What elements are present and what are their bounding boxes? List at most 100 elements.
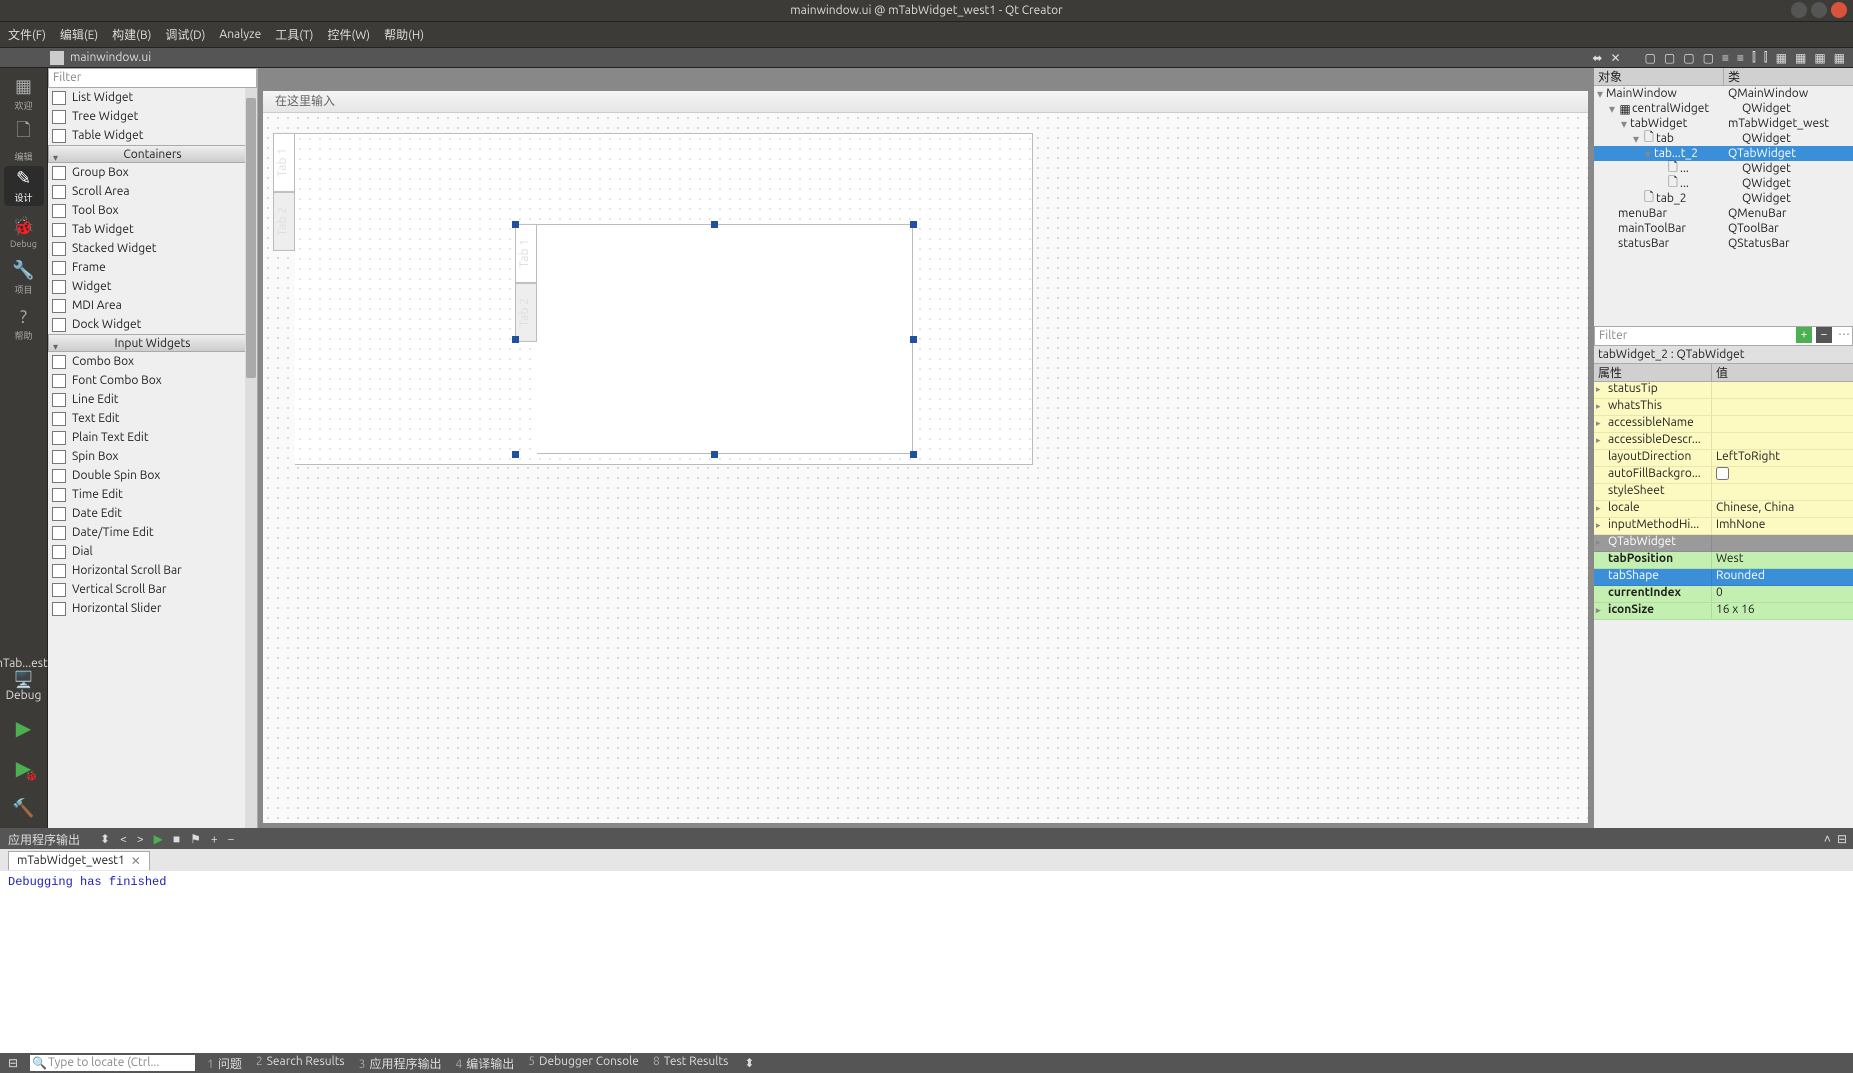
build-button[interactable]: 🔨 xyxy=(10,794,38,822)
property-row[interactable]: ▸accessibleDescr... xyxy=(1594,433,1853,450)
menu-item[interactable]: Analyze xyxy=(219,28,261,41)
output-toggle-icon[interactable]: ⊟ xyxy=(8,1056,18,1070)
toolbar-icon[interactable]: ▢ xyxy=(1683,51,1694,65)
remove-property-icon[interactable]: − xyxy=(1816,327,1832,343)
widget-item[interactable]: Font Combo Box xyxy=(48,371,257,390)
tree-node[interactable]: menuBarQMenuBar xyxy=(1594,206,1853,221)
output-close-icon[interactable]: ⊟ xyxy=(1837,832,1847,846)
form-canvas[interactable]: Tab 1 Tab 2 Tab 1 Tab 2 xyxy=(263,113,1588,823)
selection-handle[interactable] xyxy=(711,451,718,458)
tree-node[interactable]: 🗋...QWidget xyxy=(1594,161,1853,176)
widget-item[interactable]: Vertical Scroll Bar xyxy=(48,580,257,599)
close-icon[interactable] xyxy=(1831,2,1847,18)
selection-handle[interactable] xyxy=(512,221,519,228)
widget-item[interactable]: Scroll Area xyxy=(48,182,257,201)
property-list[interactable]: ▸statusTip▸whatsThis▸accessibleName▸acce… xyxy=(1594,382,1853,828)
property-row[interactable]: tabShapeRounded xyxy=(1594,569,1853,586)
open-file-name[interactable]: mainwindow.ui xyxy=(70,51,151,64)
widget-item[interactable]: Date/Time Edit xyxy=(48,523,257,542)
widget-item[interactable]: Text Edit xyxy=(48,409,257,428)
output-attach-icon[interactable]: ⚑ xyxy=(190,832,201,846)
property-row[interactable]: styleSheet xyxy=(1594,484,1853,501)
minimize-icon[interactable] xyxy=(1791,2,1807,18)
property-row[interactable]: ▸QTabWidget xyxy=(1594,535,1853,552)
output-add-icon[interactable]: + xyxy=(211,833,218,846)
output-selector[interactable]: 5Debugger Console xyxy=(528,1055,639,1072)
mode-帮助[interactable]: ?帮助 xyxy=(4,304,44,344)
menu-item[interactable]: 控件(W) xyxy=(327,26,370,43)
inner-tab-1[interactable]: Tab 1 xyxy=(515,224,537,283)
widget-item[interactable]: Horizontal Slider xyxy=(48,599,257,618)
tree-node[interactable]: 🗋tab_2QWidget xyxy=(1594,191,1853,206)
widget-item[interactable]: Dial xyxy=(48,542,257,561)
toolbar-icon[interactable]: ≡ xyxy=(1722,51,1729,65)
widget-item[interactable]: MDI Area xyxy=(48,296,257,315)
outer-tab-2[interactable]: Tab 2 xyxy=(273,192,295,251)
output-selector[interactable]: 1问题 xyxy=(207,1055,242,1072)
widget-item[interactable]: Line Edit xyxy=(48,390,257,409)
output-selector[interactable]: 3应用程序输出 xyxy=(359,1055,442,1072)
output-tab[interactable]: mTabWidget_west1 ✕ xyxy=(8,851,150,870)
selection-handle[interactable] xyxy=(910,336,917,343)
tree-node[interactable]: mainToolBarQToolBar xyxy=(1594,221,1853,236)
output-selector[interactable]: 2Search Results xyxy=(256,1055,345,1072)
toolbar-icon[interactable]: ⫿ xyxy=(1764,51,1768,65)
selection-handle[interactable] xyxy=(910,221,917,228)
widget-item[interactable]: Frame xyxy=(48,258,257,277)
widget-item[interactable]: Date Edit xyxy=(48,504,257,523)
menu-item[interactable]: 调试(D) xyxy=(165,26,205,43)
output-prev-icon[interactable]: < xyxy=(120,833,127,846)
menu-item[interactable]: 编辑(E) xyxy=(60,26,98,43)
add-property-icon[interactable]: + xyxy=(1796,327,1812,343)
toolbar-icon[interactable]: ▢ xyxy=(1664,51,1675,65)
toolbar-icon[interactable]: ▦ xyxy=(1776,51,1787,65)
property-row[interactable]: currentIndex0 xyxy=(1594,586,1853,603)
tree-node[interactable]: ▾tabWidgetmTabWidget_west xyxy=(1594,116,1853,131)
output-run-icon[interactable]: ▶ xyxy=(154,832,163,846)
run-button[interactable]: ▶ xyxy=(10,714,38,742)
output-selector[interactable]: 8Test Results xyxy=(653,1055,728,1072)
close-doc-icon[interactable]: ✕ xyxy=(1610,51,1620,65)
run-target[interactable]: mTab...est1 🖥️ Debug xyxy=(0,657,54,702)
mode-编辑[interactable]: 🗋编辑 xyxy=(4,120,44,160)
toolbar-icon[interactable]: ▢ xyxy=(1645,51,1656,65)
property-row[interactable]: ▸statusTip xyxy=(1594,382,1853,399)
toolbar-icon[interactable]: ▦ xyxy=(1814,51,1825,65)
property-menu-icon[interactable]: ⋯ xyxy=(1836,327,1852,343)
inner-tab-2[interactable]: Tab 2 xyxy=(515,283,537,342)
outer-tab-widget[interactable]: Tab 1 Tab 2 Tab 1 Tab 2 xyxy=(273,133,1033,528)
maximize-icon[interactable] xyxy=(1811,2,1827,18)
widgetbox-scrollbar[interactable] xyxy=(245,88,257,828)
mode-Debug[interactable]: 🐞Debug xyxy=(4,212,44,252)
widgetbox-filter-input[interactable]: Filter xyxy=(48,68,257,88)
menu-item[interactable]: 工具(T) xyxy=(275,26,313,43)
menu-item[interactable]: 构建(B) xyxy=(112,26,151,43)
output-next-icon[interactable]: > xyxy=(137,833,144,846)
output-nav-icon[interactable]: ⬍ xyxy=(100,832,110,846)
widget-item[interactable]: Horizontal Scroll Bar xyxy=(48,561,257,580)
widget-item[interactable]: Double Spin Box xyxy=(48,466,257,485)
mode-欢迎[interactable]: ▦欢迎 xyxy=(4,74,44,114)
output-selector[interactable]: 4编译输出 xyxy=(455,1055,514,1072)
toolbar-icon[interactable]: ≡ xyxy=(1737,51,1744,65)
property-row[interactable]: autoFillBackgro... xyxy=(1594,467,1853,484)
output-expand-icon[interactable]: ˄ xyxy=(1824,832,1831,846)
widget-item[interactable]: Dock Widget xyxy=(48,315,257,334)
property-row[interactable]: ▸iconSize16 x 16 xyxy=(1594,603,1853,620)
object-tree[interactable]: ▾MainWindowQMainWindow▾▦centralWidgetQWi… xyxy=(1594,86,1853,326)
property-row[interactable]: tabPositionWest xyxy=(1594,552,1853,569)
tree-node[interactable]: 🗋...QWidget xyxy=(1594,176,1853,191)
tree-node[interactable]: ▾MainWindowQMainWindow xyxy=(1594,86,1853,101)
toolbar-icon[interactable]: ⫿ xyxy=(1752,51,1756,65)
go-back-icon[interactable]: ⬌ xyxy=(1592,51,1602,65)
selection-handle[interactable] xyxy=(512,336,519,343)
toolbar-icon[interactable]: ▦ xyxy=(1795,51,1806,65)
widget-group-header[interactable]: ▾Containers xyxy=(48,145,257,163)
tree-node[interactable]: ▾▦centralWidgetQWidget xyxy=(1594,101,1853,116)
selection-handle[interactable] xyxy=(910,451,917,458)
selection-handle[interactable] xyxy=(512,451,519,458)
widget-item[interactable]: Group Box xyxy=(48,163,257,182)
selection-handle[interactable] xyxy=(711,221,718,228)
debug-run-button[interactable]: ▶🐞 xyxy=(10,754,38,782)
property-row[interactable]: ▸accessibleName xyxy=(1594,416,1853,433)
